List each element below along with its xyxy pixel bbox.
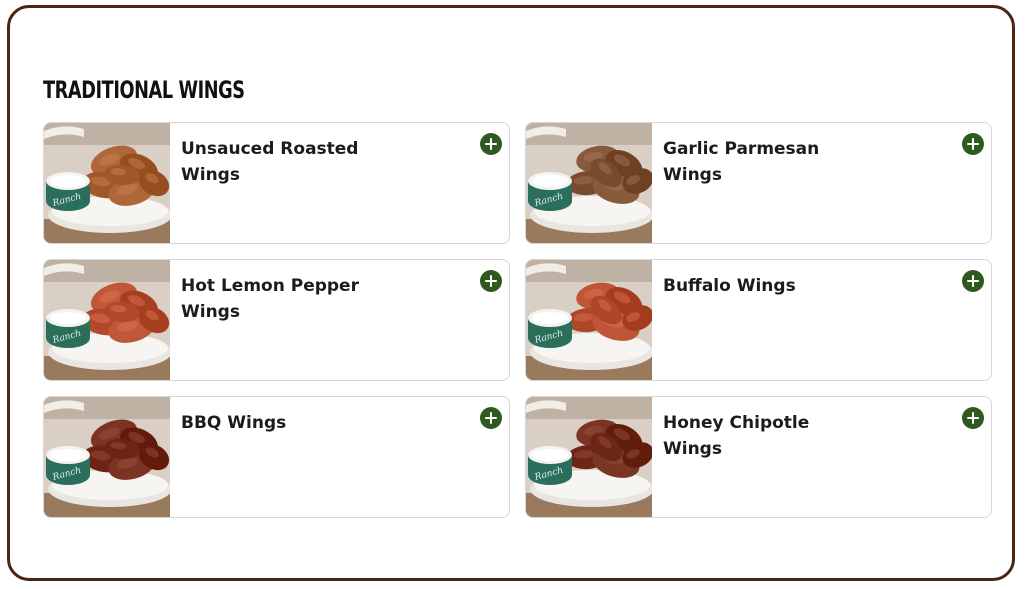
menu-item-card[interactable]: Ranch Unsauced Roasted Wings (43, 122, 510, 244)
menu-item-image: Ranch (526, 397, 652, 517)
wings-photo-graphic: Ranch (44, 260, 170, 380)
menu-item-card[interactable]: Ranch Hot Lemon Pepper Wings (43, 259, 510, 381)
add-item-button[interactable] (480, 270, 502, 292)
menu-item-name: Hot Lemon Pepper Wings (181, 276, 359, 322)
menu-item-image: Ranch (44, 397, 170, 517)
menu-item-card[interactable]: Ranch Honey Chipotle Wings (525, 396, 992, 518)
section-title: TRADITIONAL WINGS (43, 76, 245, 104)
menu-item-image: Ranch (526, 260, 652, 380)
menu-item-name: Garlic Parmesan Wings (663, 139, 820, 185)
menu-item-name: Honey Chipotle Wings (663, 413, 810, 459)
add-item-button[interactable] (962, 133, 984, 155)
menu-item-name: Buffalo Wings (663, 276, 796, 296)
menu-item-image: Ranch (526, 123, 652, 243)
menu-item-name: Unsauced Roasted Wings (181, 139, 359, 185)
add-item-button[interactable] (480, 407, 502, 429)
menu-item-name: BBQ Wings (181, 413, 287, 433)
add-item-button[interactable] (962, 407, 984, 429)
add-item-button[interactable] (480, 133, 502, 155)
wings-photo-graphic: Ranch (44, 123, 170, 243)
menu-item-card[interactable]: Ranch BBQ Wings (43, 396, 510, 518)
menu-grid: Ranch Unsauced Roasted Wings Ranch Garli… (43, 122, 992, 518)
menu-item-card[interactable]: Ranch Garlic Parmesan Wings (525, 122, 992, 244)
wings-photo-graphic: Ranch (526, 260, 652, 380)
menu-item-image: Ranch (44, 123, 170, 243)
menu-item-card[interactable]: Ranch Buffalo Wings (525, 259, 992, 381)
wings-photo-graphic: Ranch (44, 397, 170, 517)
wings-photo-graphic: Ranch (526, 397, 652, 517)
add-item-button[interactable] (962, 270, 984, 292)
wings-photo-graphic: Ranch (526, 123, 652, 243)
menu-panel: TRADITIONAL WINGS Ranch Unsauced Roasted… (7, 5, 1015, 581)
menu-item-image: Ranch (44, 260, 170, 380)
